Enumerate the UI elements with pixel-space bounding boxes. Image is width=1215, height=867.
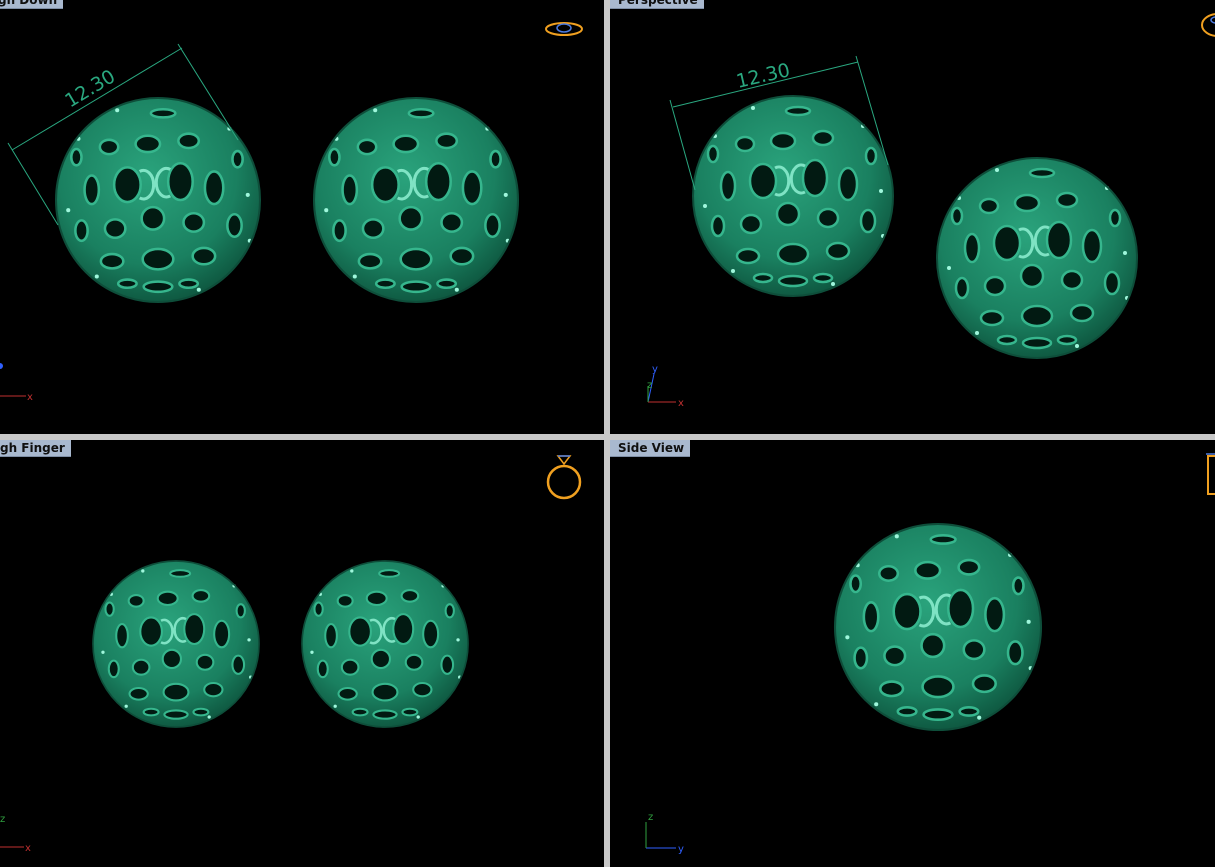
axis-label-y: y: [678, 844, 684, 855]
axis-indicator: x: [0, 363, 33, 403]
ring-perspective-icon[interactable]: [1200, 10, 1215, 40]
viewport-top-right[interactable]: 12.30 x y z Perspective: [610, 0, 1215, 434]
sphere-model[interactable]: [54, 96, 262, 304]
viewport-label[interactable]: gh Finger: [0, 440, 71, 457]
viewport-scene: 12.30 x y z: [647, 55, 1139, 409]
viewport-scene: y z: [645, 522, 1043, 855]
sphere-model[interactable]: [300, 559, 470, 729]
viewport-label[interactable]: Perspective: [610, 0, 704, 9]
viewport-scene: 12.30 x: [0, 43, 520, 403]
axis-label-x: x: [678, 398, 684, 409]
ring-front-view-icon[interactable]: [544, 450, 584, 502]
sphere-model[interactable]: [935, 156, 1139, 360]
viewport-label[interactable]: gh Down: [0, 0, 64, 9]
sphere-model[interactable]: [691, 94, 895, 298]
axis-label-x: x: [27, 392, 33, 403]
ring-side-view-icon[interactable]: [1206, 450, 1215, 500]
axis-indicator: x z: [0, 814, 31, 854]
dimension-label[interactable]: 12.30: [734, 59, 792, 93]
axis-label-z: z: [648, 812, 653, 823]
viewport-scene: x z: [0, 559, 470, 854]
sphere-model[interactable]: [312, 96, 520, 304]
axis-label-y: y: [652, 364, 658, 375]
axis-label-z: z: [0, 814, 5, 825]
sphere-model[interactable]: [833, 522, 1043, 732]
axis-indicator: y z: [645, 812, 684, 855]
viewport-label[interactable]: Side View: [610, 440, 691, 457]
sphere-model[interactable]: [91, 559, 261, 729]
axis-label-x: x: [25, 843, 31, 854]
viewport-top-left[interactable]: 12.30 x gh Down: [0, 0, 604, 434]
viewport-bottom-right[interactable]: y z Side View: [610, 440, 1215, 867]
axis-indicator: x y z: [647, 364, 684, 409]
axis-label-z: z: [647, 380, 652, 391]
viewport-bottom-left[interactable]: x z gh Finger: [0, 440, 604, 867]
dimension-label[interactable]: 12.30: [61, 65, 119, 112]
ring-top-view-icon[interactable]: [544, 18, 584, 40]
